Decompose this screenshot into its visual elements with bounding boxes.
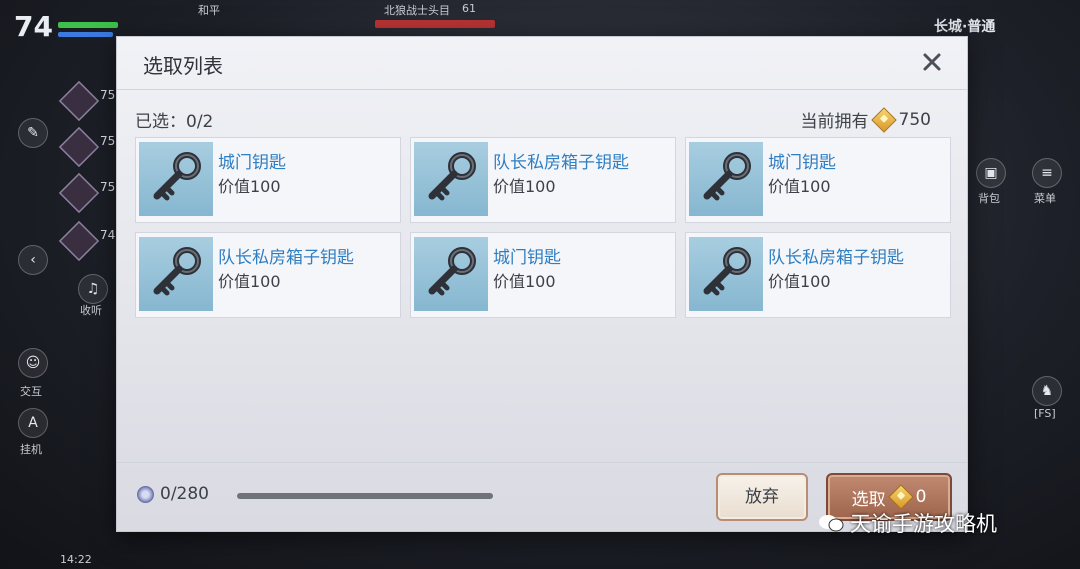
capacity-progress-fill xyxy=(237,493,493,499)
interact-label: 交互 xyxy=(20,385,42,398)
owned-value: 750 xyxy=(898,109,931,130)
selected-count: 已选：0/2 xyxy=(135,112,214,132)
item-name: 队长私房箱子钥匙 xyxy=(768,248,904,268)
bag-label: 背包 xyxy=(978,192,1000,205)
select-label: 选取 xyxy=(851,489,886,510)
close-icon xyxy=(923,53,941,71)
close-button[interactable] xyxy=(919,49,945,75)
item-value: 价值100 xyxy=(493,272,556,291)
item-card[interactable]: 城门钥匙 价值100 xyxy=(135,137,401,223)
interact-icon[interactable]: ☺ xyxy=(18,348,48,378)
enemy-name: 北狼战士头目 xyxy=(384,4,450,17)
watermark: 天谕手游攻略机 xyxy=(818,508,997,538)
key-icon xyxy=(414,237,488,311)
key-icon xyxy=(689,237,763,311)
item-value: 价值100 xyxy=(218,272,281,291)
item-grid: 城门钥匙 价值100 队长私房箱子钥匙 价值100 城门钥匙 价值100 队长私… xyxy=(135,137,951,318)
menu-icon[interactable]: ≡ xyxy=(1032,158,1062,188)
ally-name: 和平 xyxy=(198,4,220,17)
menu-label: 菜单 xyxy=(1034,192,1056,205)
item-value: 价值100 xyxy=(768,272,831,291)
dialog-header: 选取列表 xyxy=(117,37,967,90)
avatar xyxy=(58,80,100,122)
auto-icon[interactable]: A xyxy=(18,408,48,438)
item-card[interactable]: 队长私房箱子钥匙 价值100 xyxy=(685,232,951,318)
player-hp-bar xyxy=(58,22,118,28)
party-member[interactable]: 75 xyxy=(58,172,116,214)
item-name: 队长私房箱子钥匙 xyxy=(493,153,629,173)
chat-bubble-icon xyxy=(819,515,844,532)
capacity-icon xyxy=(137,485,154,503)
select-list-dialog: 选取列表 已选：0/2 当前拥有 750 城门钥匙 价值100 队长私房箱子钥匙… xyxy=(116,36,968,532)
party-member-level: 74 xyxy=(100,228,116,242)
party-member-level: 75 xyxy=(100,134,116,148)
item-name: 城门钥匙 xyxy=(218,153,286,173)
dialog-title: 选取列表 xyxy=(143,54,223,78)
headphones-icon[interactable]: ♫ xyxy=(78,274,108,304)
horse-icon[interactable]: ♞ xyxy=(1032,376,1062,406)
capacity-progress-bar xyxy=(237,493,493,499)
party-member[interactable]: 75 xyxy=(58,80,116,122)
bag-icon[interactable]: ▣ xyxy=(976,158,1006,188)
item-value: 价值100 xyxy=(768,177,831,196)
abandon-button[interactable]: 放弃 xyxy=(716,473,808,521)
player-mp-bar xyxy=(58,32,113,37)
capacity: 0/280 xyxy=(137,484,209,504)
coin-icon xyxy=(887,484,914,510)
watermark-text: 天谕手游攻略机 xyxy=(850,512,997,536)
zone-name: 长城·普通 xyxy=(934,19,996,35)
key-icon xyxy=(689,142,763,216)
item-value: 价值100 xyxy=(218,177,281,196)
party-member-level: 75 xyxy=(100,180,116,194)
avatar xyxy=(58,172,100,214)
owned-label: 当前拥有 xyxy=(800,112,869,132)
owned-currency: 当前拥有 750 xyxy=(800,106,931,133)
wrench-icon[interactable]: ✎ xyxy=(18,118,48,148)
key-icon xyxy=(414,142,488,216)
item-name: 城门钥匙 xyxy=(493,248,561,268)
item-name: 队长私房箱子钥匙 xyxy=(218,248,354,268)
select-cost: 0 xyxy=(915,487,927,507)
key-icon xyxy=(139,237,213,311)
party-member[interactable]: 74 xyxy=(58,220,116,262)
listen-label: 收听 xyxy=(80,304,102,317)
party-member-level: 75 xyxy=(100,88,116,102)
key-icon xyxy=(139,142,213,216)
enemy-hp-bar xyxy=(375,20,495,28)
avatar xyxy=(58,126,100,168)
item-name: 城门钥匙 xyxy=(768,153,836,173)
clock: 14:22 xyxy=(60,553,92,566)
hangup-label: 挂机 xyxy=(20,443,42,456)
item-card[interactable]: 队长私房箱子钥匙 价值100 xyxy=(135,232,401,318)
item-card[interactable]: 城门钥匙 价值100 xyxy=(410,232,676,318)
enemy-level: 61 xyxy=(462,2,476,15)
avatar xyxy=(58,220,100,262)
fs-label: [FS] xyxy=(1034,407,1056,420)
item-card[interactable]: 队长私房箱子钥匙 价值100 xyxy=(410,137,676,223)
player-level: 74 xyxy=(14,10,53,43)
capacity-value: 0/280 xyxy=(160,484,209,504)
coin-icon xyxy=(870,106,897,133)
party-member[interactable]: 75 xyxy=(58,126,116,168)
item-value: 价值100 xyxy=(493,177,556,196)
back-arrow-icon[interactable]: ‹ xyxy=(18,245,48,275)
item-card[interactable]: 城门钥匙 价值100 xyxy=(685,137,951,223)
